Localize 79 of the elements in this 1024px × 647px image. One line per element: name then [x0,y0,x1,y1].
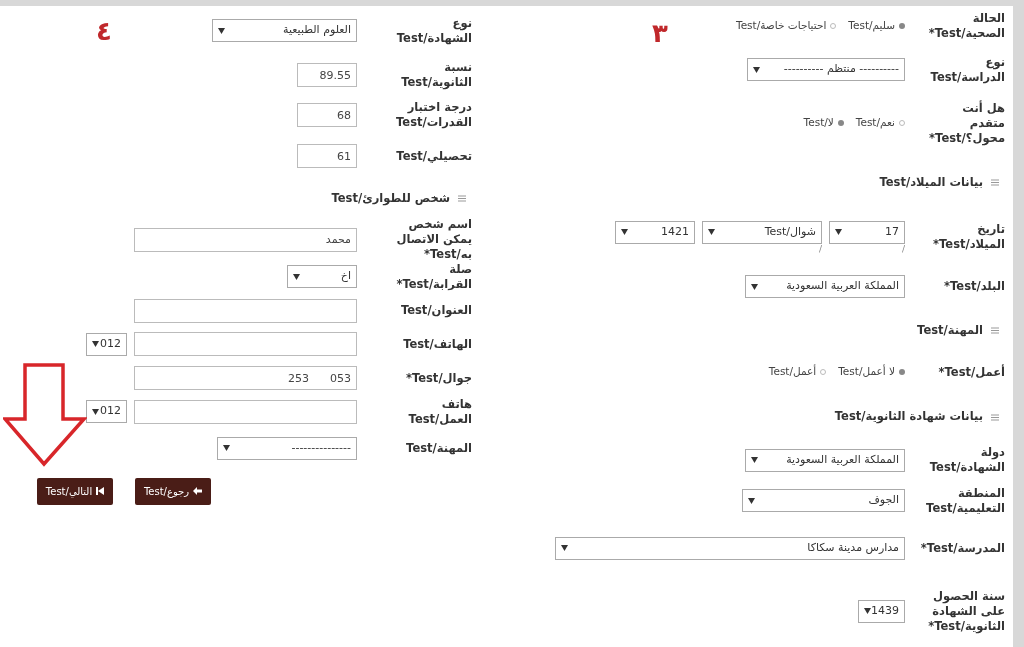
input-field[interactable]: 61 [297,144,357,168]
field-label: نوع الدراسة/Test [929,54,1005,85]
field-label: اسم شخص يمكن الاتصال به/Test* [395,217,472,262]
field-label: صلة القرابة/Test* [395,261,472,292]
field-label: المنطقة التعليمية/Test [925,485,1005,516]
dropdown[interactable]: شوال/Test [702,220,822,244]
dropdown[interactable]: العلوم الطبيعية [212,19,357,42]
caret-icon [293,273,300,280]
input-field[interactable] [134,399,357,424]
field-label: دولة الشهادة/Test [928,445,1005,475]
field-label: الهاتف/Test [402,336,472,352]
dropdown[interactable]: 012 [86,400,127,423]
dropdown[interactable]: مدارس مدينة سكاكا [555,536,905,560]
arrow-icon [193,487,203,495]
field-label: هل أنت متقدم محول؟/Test* [928,100,1005,146]
field-label: جوال/Test* [404,370,472,386]
caret-icon [751,283,758,290]
radio-option[interactable]: لا/Test [803,115,844,131]
annotation-number: ٣ [652,17,668,50]
caret-icon [708,229,715,235]
field-label: تحصيلي/Test [395,148,472,164]
field-label: المهنة/Test [405,440,472,456]
caret-icon [621,229,628,235]
input-field[interactable] [134,298,357,323]
dropdown[interactable]: ---------- منتظم ---------- [747,58,905,81]
caret-icon [751,457,758,463]
section-heading: بيانات شهادة الثانوية/Test [834,408,983,426]
input-field[interactable]: 68 [297,103,357,127]
radio-option[interactable]: احتياجات خاصة/Test [736,18,837,34]
input-field[interactable]: 89.55 [297,63,357,87]
list-icon [991,179,999,186]
input-field[interactable]: 053 253 [134,366,357,390]
field-label: نسبة الثانوية/Test [400,60,472,90]
dropdown[interactable]: 17 [829,220,905,244]
caret-icon [835,229,842,235]
down-arrow-icon [3,363,87,467]
list-icon [991,413,999,421]
field-label: سنة الحصول على الشهادة الثانوية/Test* [927,588,1005,634]
caret-icon [223,445,230,451]
caret-icon [864,608,871,614]
field-label: البلد/Test* [943,279,1005,294]
field-label: هاتف العمل/Test [407,396,472,427]
skip-icon [96,487,105,495]
section-heading: بيانات الميلاد/Test [879,173,983,191]
list-icon [458,195,466,202]
caret-icon [92,341,99,347]
annotation-number: ٤ [96,15,112,48]
next-button[interactable]: التالي/Test [37,477,113,505]
dropdown[interactable]: 1421 [615,220,695,244]
dropdown[interactable]: الجوف [742,489,905,512]
field-label: الحالة الصحية/Test* [927,11,1005,41]
field-label: درجة اختبار القدرات/Test [395,100,472,130]
caret-icon [92,408,99,415]
dropdown[interactable]: اخ [287,265,357,288]
field-label: نوع الشهادة/Test [395,15,472,46]
radio-option[interactable]: سليم/Test [848,18,905,34]
back-button[interactable]: رجوع/Test [135,477,211,505]
radio-option[interactable]: أعمل/Test [768,364,827,380]
section-heading: شخص للطوارئ/Test [331,189,450,208]
caret-icon [748,497,755,504]
dropdown[interactable]: المملكة العربية السعودية [745,448,905,472]
caret-icon [561,545,568,551]
date-separator: / [818,243,822,254]
dropdown[interactable]: المملكة العربية السعودية [745,275,905,298]
radio-option[interactable]: نعم/Test [855,115,905,131]
section-heading: المهنة/Test [917,321,983,339]
input-field[interactable]: محمد [134,227,357,252]
field-label: أعمل/Test* [937,364,1005,380]
caret-icon [218,27,225,34]
dropdown[interactable]: 1439 [858,599,905,623]
list-icon [991,327,999,334]
date-separator: / [901,243,905,254]
dropdown[interactable]: 012 [86,332,127,356]
dropdown[interactable]: --------------- [217,436,357,460]
caret-icon [753,66,760,73]
radio-option[interactable]: لا أعمل/Test [838,364,905,380]
field-label: تاريخ الميلاد/Test* [932,222,1005,252]
field-label: العنوان/Test [399,303,472,318]
input-field[interactable] [134,332,357,356]
